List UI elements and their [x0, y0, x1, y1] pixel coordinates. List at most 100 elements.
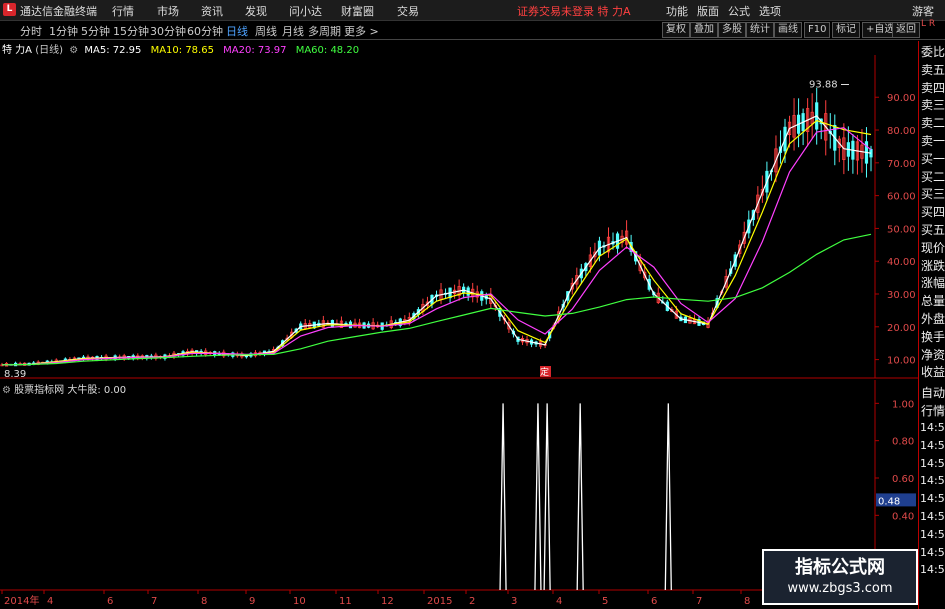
- date-tick-label: 5: [602, 596, 608, 607]
- tab-period-more[interactable]: 更多 >: [344, 23, 379, 39]
- f10-button[interactable]: F10: [804, 22, 831, 38]
- tab-period-weekly[interactable]: 周线: [255, 23, 277, 39]
- signal-spike: [576, 403, 584, 591]
- panel-item: 涨跌: [921, 258, 945, 273]
- candles: [0, 87, 873, 367]
- tab-period-5min[interactable]: 5分钟: [81, 23, 110, 39]
- indicator-tick-label: 0.60: [892, 474, 914, 485]
- tab-period-monthly[interactable]: 月线: [282, 23, 304, 39]
- date-tick-label: 10: [293, 596, 306, 607]
- price-tick-label: 80.00: [887, 126, 916, 137]
- menu-news[interactable]: 资讯: [201, 3, 223, 19]
- current-value-label: 0.48: [878, 496, 900, 507]
- date-tick-label: 2014年: [4, 594, 39, 607]
- panel-lower-item[interactable]: 自动: [921, 384, 945, 401]
- panel-lower-item[interactable]: 行情: [921, 402, 945, 419]
- indicator-tick-label: 0.40: [892, 511, 914, 522]
- price-tick-label: 20.00: [887, 323, 916, 334]
- panel-time: 14:55: [920, 474, 945, 488]
- menu-ask[interactable]: 问小达: [289, 3, 322, 19]
- adjust-button[interactable]: 复权: [662, 22, 690, 38]
- ma-info-line: 特 力A (日线) ⚙ MA5: 72.95 MA10: 78.65 MA20:…: [0, 41, 360, 56]
- tab-period-daily[interactable]: 日线: [226, 23, 248, 39]
- signal-spike: [664, 403, 672, 591]
- panel-item: 买五: [921, 223, 945, 237]
- indicator-name: 股票指标网 大牛股: 0.00: [14, 385, 127, 396]
- menu-guest[interactable]: 游客: [912, 3, 934, 19]
- date-tick-label: 9: [249, 596, 255, 607]
- menu-formula[interactable]: 公式: [728, 3, 750, 19]
- panel-item: 卖五: [921, 62, 945, 77]
- app-name: 通达信金融终端: [20, 5, 97, 18]
- tab-period-30min[interactable]: 30分钟: [150, 23, 186, 39]
- multi-stock-button[interactable]: 多股: [718, 22, 746, 38]
- menu-market[interactable]: 市场: [157, 3, 179, 19]
- indicator-settings-icon[interactable]: ⚙: [2, 385, 11, 396]
- panel-item: 买三: [921, 187, 945, 202]
- panel-item: 委比: [921, 45, 945, 59]
- high-price-label: 93.88: [809, 80, 838, 91]
- menu-quotes[interactable]: 行情: [112, 3, 134, 19]
- panel-item: 涨幅: [921, 276, 945, 291]
- app-logo-icon: L: [3, 3, 16, 16]
- indicator-tick-label: 0.80: [892, 437, 914, 448]
- draw-line-button[interactable]: 画线: [774, 22, 802, 38]
- watermark-banner: 指标公式网 www.zbgs3.com: [762, 549, 918, 605]
- date-tick-label: 12: [381, 596, 394, 607]
- panel-corner-label: L R: [921, 19, 936, 29]
- stock-name: 特 力A: [2, 45, 33, 56]
- ma60-label: MA60: 48.20: [295, 45, 360, 56]
- back-button[interactable]: 返回: [892, 22, 920, 38]
- tab-period-1min[interactable]: 1分钟: [49, 23, 78, 39]
- date-tick-label: 8: [201, 596, 207, 607]
- menu-options[interactable]: 选项: [759, 3, 781, 19]
- date-tick-label: 2: [469, 596, 475, 607]
- panel-item: 总量: [921, 294, 945, 309]
- ma-line-ma10: [1, 119, 872, 366]
- signal-spike: [543, 403, 551, 591]
- price-tick-label: 50.00: [887, 224, 916, 235]
- panel-time: 14:56: [920, 545, 945, 559]
- mark-button[interactable]: 标记: [832, 22, 860, 38]
- title-bar: L 通达信金融终端 行情 市场 资讯 发现 问小达 财富圈 交易 证券交易未登录…: [0, 0, 945, 21]
- panel-time: 14:56: [920, 492, 945, 506]
- price-tick-label: 90.00: [887, 93, 916, 104]
- panel-item: 卖四: [921, 80, 945, 95]
- signal-spike: [499, 403, 507, 591]
- stock-status: 证券交易未登录 特 力A: [517, 5, 631, 18]
- panel-item: 收益: [921, 365, 945, 380]
- date-tick-label: 4: [556, 596, 562, 607]
- low-price-label: 8.39: [4, 369, 26, 380]
- tab-period-60min[interactable]: 60分钟: [187, 23, 223, 39]
- kline-chart[interactable]: 90.00 80.00 70.00 60.00 50.00 40.00 30.00 20.00…: [0, 41, 918, 380]
- menu-trade[interactable]: 交易: [397, 3, 419, 19]
- panel-item: 买一: [921, 151, 945, 166]
- panel-item: 买二: [921, 169, 945, 184]
- date-tick-label: 8: [744, 596, 750, 607]
- tab-period-15min[interactable]: 15分钟: [113, 23, 149, 39]
- date-tick-label: 7: [151, 596, 157, 607]
- date-tick-label: 4: [47, 596, 53, 607]
- panel-time: 14:55: [920, 456, 945, 470]
- stats-button[interactable]: 统计: [746, 22, 774, 38]
- settings-icon[interactable]: ⚙: [69, 45, 78, 56]
- panel-item: 卖二: [921, 116, 945, 131]
- price-tick-label: 60.00: [887, 192, 916, 203]
- tab-period-multi[interactable]: 多周期: [308, 23, 341, 39]
- ma5-label: MA5: 72.95: [84, 45, 142, 56]
- ma-line-ma5: [1, 115, 872, 366]
- panel-time: 14:56: [920, 510, 945, 523]
- price-tick-label: 70.00: [887, 159, 916, 170]
- panel-item: 买四: [921, 205, 945, 220]
- menu-wealth[interactable]: 财富圈: [341, 3, 374, 19]
- date-tick-label: 6: [651, 596, 657, 607]
- menu-discover[interactable]: 发现: [245, 3, 267, 19]
- menu-layout[interactable]: 版面: [697, 3, 719, 19]
- overlay-button[interactable]: 叠加: [690, 22, 718, 38]
- menu-function[interactable]: 功能: [666, 3, 688, 19]
- indicator-label: ⚙ 股票指标网 大牛股: 0.00: [2, 381, 126, 396]
- price-tick-label: 30.00: [887, 290, 916, 301]
- tab-period-minute-chart[interactable]: 分时: [20, 23, 42, 39]
- panel-item: 卖一: [921, 134, 945, 148]
- event-marker-label: 定: [540, 366, 549, 378]
